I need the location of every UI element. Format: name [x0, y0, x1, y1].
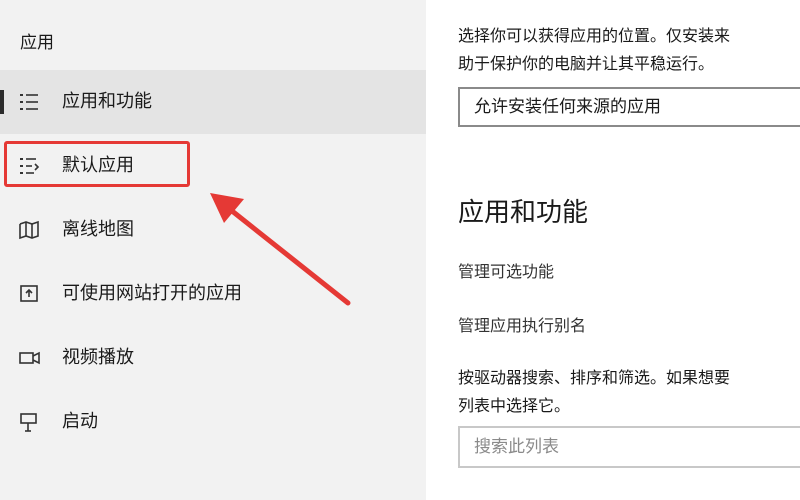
startup-icon [20, 413, 37, 432]
main-panel: 选择你可以获得应用的位置。仅安装来 助于保护你的电脑并让其平稳运行。 允许安装任… [426, 0, 800, 500]
sidebar-section-title: 应用 [20, 33, 54, 53]
selection-indicator [0, 90, 4, 114]
annotation-highlight-box [4, 141, 190, 187]
search-input[interactable]: 搜索此列表 [458, 426, 800, 468]
search-placeholder: 搜索此列表 [474, 437, 559, 457]
execution-alias-link[interactable]: 管理应用执行别名 [458, 312, 586, 336]
sidebar: 应用 应用和功能 默认应用 离线地图 可使用网站打开的应用 视频播放 启动 [0, 0, 426, 500]
apps-features-icon [20, 94, 38, 110]
sidebar-item-label: 启动 [62, 411, 98, 432]
install-source-description: 选择你可以获得应用的位置。仅安装来 助于保护你的电脑并让其平稳运行。 [458, 26, 731, 73]
sidebar-item-video-playback[interactable]: 视频播放 [0, 326, 426, 390]
annotation-arrow [210, 193, 351, 306]
offline-maps-icon [19, 220, 39, 240]
filter-description: 按驱动器搜索、排序和筛选。如果想要 列表中选择它。 [458, 368, 731, 415]
sidebar-item-label: 应用和功能 [62, 91, 152, 112]
sidebar-item-label: 视频播放 [62, 347, 134, 368]
sidebar-item-apps-features[interactable]: 应用和功能 [0, 70, 426, 134]
video-playback-icon [19, 351, 40, 365]
dropdown-selected-value: 允许安装任何来源的应用 [474, 97, 661, 117]
apps-for-websites-icon [20, 285, 38, 302]
optional-features-link[interactable]: 管理可选功能 [458, 258, 554, 282]
sidebar-item-label: 离线地图 [62, 219, 134, 240]
sidebar-item-startup[interactable]: 启动 [0, 390, 426, 454]
install-source-dropdown[interactable]: 允许安装任何来源的应用 [458, 87, 800, 127]
section-heading: 应用和功能 [458, 198, 589, 228]
